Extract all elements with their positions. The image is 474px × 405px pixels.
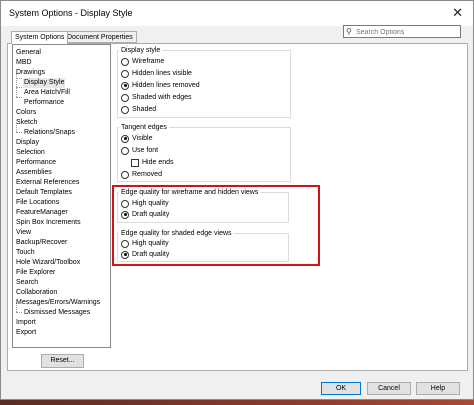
tree-item-drawings[interactable]: Drawings bbox=[16, 68, 45, 78]
radio-circle[interactable] bbox=[121, 93, 129, 102]
window-title: System Options - Display Style bbox=[9, 8, 133, 18]
radio-label: Visible bbox=[132, 135, 153, 142]
tree-item-dismissed-messages[interactable]: Dismissed Messages bbox=[24, 308, 90, 318]
system-options-dialog: System Options - Display Style ✕ System … bbox=[0, 0, 474, 400]
radio-circle[interactable] bbox=[121, 170, 129, 179]
radio-removed[interactable]: Removed bbox=[121, 170, 162, 179]
tree-item-performance[interactable]: Performance bbox=[16, 158, 56, 168]
title-bar: System Options - Display Style ✕ bbox=[1, 1, 473, 26]
checkbox-box[interactable] bbox=[131, 158, 139, 167]
tree-item-touch[interactable]: Touch bbox=[16, 248, 35, 258]
radio-circle[interactable] bbox=[121, 81, 129, 90]
search-icon: ⚲ bbox=[346, 27, 352, 36]
radio-label: Shaded bbox=[132, 106, 157, 113]
radio-label: Shaded with edges bbox=[132, 94, 192, 101]
tree-item-assemblies[interactable]: Assemblies bbox=[16, 168, 52, 178]
tree-item-file-explorer[interactable]: File Explorer bbox=[16, 268, 55, 278]
tree-item-general[interactable]: General bbox=[16, 48, 41, 58]
tree-item-export[interactable]: Export bbox=[16, 328, 36, 338]
tree-item-colors[interactable]: Colors bbox=[16, 108, 36, 118]
tree-connector bbox=[16, 312, 22, 313]
radio-use-font[interactable]: Use font bbox=[121, 146, 158, 155]
tree-connector bbox=[16, 132, 22, 133]
radio-label: Removed bbox=[132, 171, 162, 178]
tree-item-area-hatch-fill[interactable]: Area Hatch/Fill bbox=[24, 88, 70, 98]
radio-label: Use font bbox=[132, 147, 159, 154]
tree-item-display[interactable]: Display bbox=[16, 138, 39, 148]
radio-shaded[interactable]: Shaded bbox=[121, 105, 156, 114]
display-style-title: Display style bbox=[119, 46, 163, 55]
cancel-button[interactable]: Cancel bbox=[367, 382, 411, 395]
options-tree[interactable]: General MBD Drawings Display Style Area … bbox=[12, 44, 111, 348]
tree-item-search[interactable]: Search bbox=[16, 278, 38, 288]
tree-item-collaboration[interactable]: Collaboration bbox=[16, 288, 57, 298]
tangent-edges-title: Tangent edges bbox=[119, 123, 169, 132]
radio-hidden-lines-removed[interactable]: Hidden lines removed bbox=[121, 81, 200, 90]
search-box[interactable]: ⚲ bbox=[343, 25, 461, 38]
tab-document-properties[interactable]: Document Properties bbox=[63, 31, 137, 43]
radio-circle[interactable] bbox=[121, 134, 129, 143]
tree-item-messages-errors-warnings[interactable]: Messages/Errors/Warnings bbox=[16, 298, 100, 308]
help-button[interactable]: Help bbox=[416, 382, 460, 395]
tree-item-view[interactable]: View bbox=[16, 228, 31, 238]
tree-connector bbox=[16, 87, 22, 88]
tab-system-options[interactable]: System Options bbox=[11, 31, 69, 44]
tree-item-relations-snaps[interactable]: Relations/Snaps bbox=[24, 128, 75, 138]
tree-item-file-locations[interactable]: File Locations bbox=[16, 198, 59, 208]
radio-label: Hidden lines removed bbox=[132, 82, 200, 89]
radio-visible[interactable]: Visible bbox=[121, 134, 153, 143]
radio-label: Hidden lines visible bbox=[132, 70, 192, 77]
tree-item-default-templates[interactable]: Default Templates bbox=[16, 188, 72, 198]
tree-item-selection[interactable]: Selection bbox=[16, 148, 45, 158]
tree-item-spin-box-increments[interactable]: Spin Box Increments bbox=[16, 218, 81, 228]
tree-item-drawings-performance[interactable]: Performance bbox=[24, 98, 64, 108]
tree-item-sketch[interactable]: Sketch bbox=[16, 118, 37, 128]
tree-connector bbox=[16, 97, 22, 98]
reset-button[interactable]: Reset... bbox=[41, 354, 84, 368]
radio-wireframe[interactable]: Wireframe bbox=[121, 57, 164, 66]
tree-item-external-references[interactable]: External References bbox=[16, 178, 79, 188]
radio-hidden-lines-visible[interactable]: Hidden lines visible bbox=[121, 69, 192, 78]
radio-circle[interactable] bbox=[121, 69, 129, 78]
radio-label: Wireframe bbox=[132, 58, 165, 65]
radio-circle[interactable] bbox=[121, 105, 129, 114]
close-icon[interactable]: ✕ bbox=[452, 5, 463, 21]
radio-shaded-with-edges[interactable]: Shaded with edges bbox=[121, 93, 192, 102]
radio-circle[interactable] bbox=[121, 146, 129, 155]
tree-item-display-style[interactable]: Display Style bbox=[23, 78, 66, 88]
tree-connector bbox=[16, 78, 22, 79]
tree-item-hole-wizard-toolbox[interactable]: Hole Wizard/Toolbox bbox=[16, 258, 80, 268]
tree-item-backup-recover[interactable]: Backup/Recover bbox=[16, 238, 67, 248]
tree-item-featuremanager[interactable]: FeatureManager bbox=[16, 208, 68, 218]
tree-item-mbd[interactable]: MBD bbox=[16, 58, 32, 68]
highlight-box bbox=[112, 185, 320, 266]
checkbox-label: Hide ends bbox=[142, 159, 174, 166]
radio-circle[interactable] bbox=[121, 57, 129, 66]
tree-item-import[interactable]: Import bbox=[16, 318, 36, 328]
search-input[interactable] bbox=[356, 27, 456, 37]
ok-button[interactable]: OK bbox=[321, 382, 361, 395]
checkbox-hide-ends[interactable]: Hide ends bbox=[131, 158, 174, 167]
